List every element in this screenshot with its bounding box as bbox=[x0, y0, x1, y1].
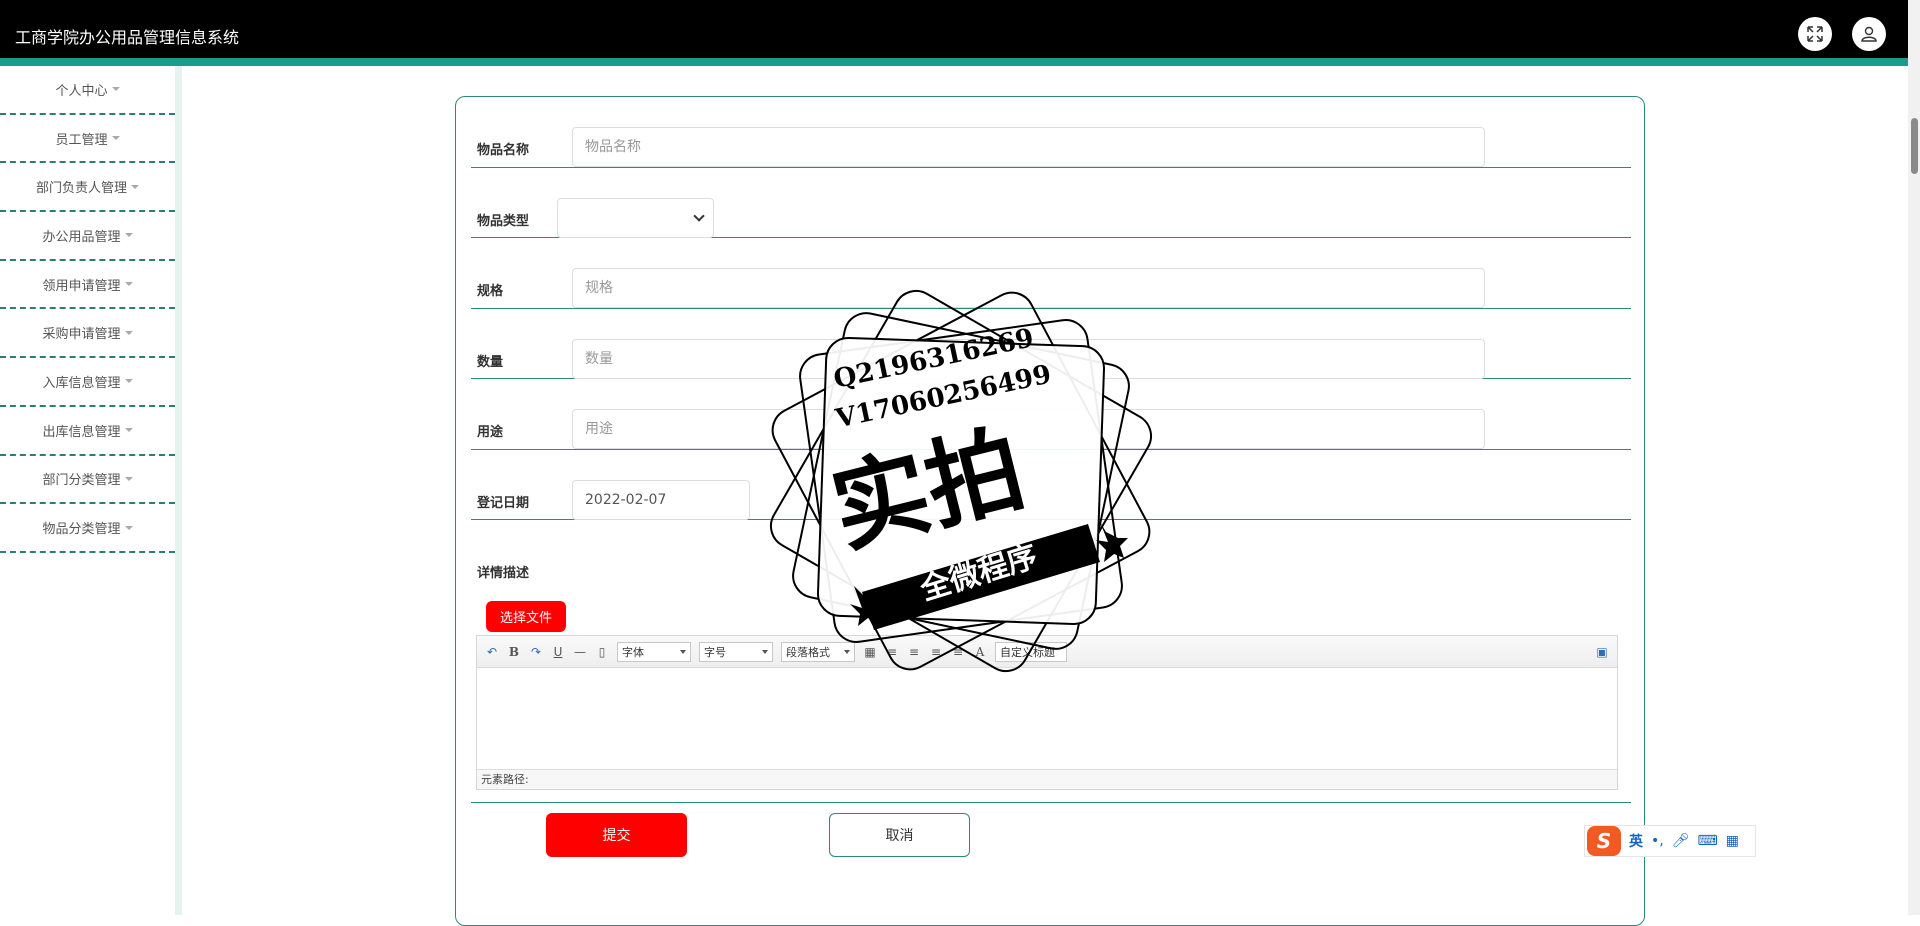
sidebar-item-label: 员工管理 bbox=[55, 132, 108, 148]
font-size-select[interactable]: 字号 bbox=[699, 641, 773, 662]
form-row-date: 登记日期 bbox=[471, 450, 1631, 520]
underline-icon[interactable]: U bbox=[551, 645, 565, 659]
ime-mode[interactable]: 英 bbox=[1629, 831, 1643, 851]
item-type-select[interactable] bbox=[557, 198, 714, 238]
caret-down-icon bbox=[124, 379, 133, 384]
form-panel: 物品名称 物品类型 规格 数量 用途 登记日期 详情描述 选择文件 ↶ B ↷ … bbox=[455, 96, 1645, 926]
sidebar-item-label: 办公用品管理 bbox=[42, 229, 121, 245]
caret-down-icon bbox=[131, 184, 139, 189]
purpose-input[interactable] bbox=[572, 409, 1485, 449]
sidebar-item-stock-out[interactable]: 出库信息管理 bbox=[0, 407, 175, 456]
undo-icon[interactable]: ↶ bbox=[485, 645, 499, 659]
keyboard-icon[interactable]: ⌨ bbox=[1698, 833, 1718, 849]
sidebar-item-office-supplies[interactable]: 办公用品管理 bbox=[0, 212, 175, 261]
submit-button[interactable]: 提交 bbox=[546, 813, 687, 857]
top-bar: 工商学院办公用品管理信息系统 bbox=[0, 0, 1908, 66]
field-label: 登记日期 bbox=[477, 495, 530, 511]
form-row-purpose: 用途 bbox=[471, 379, 1631, 450]
caret-down-icon bbox=[124, 282, 133, 287]
mic-icon[interactable]: 🎤︎ bbox=[1672, 833, 1690, 849]
form-row-name: 物品名称 bbox=[471, 97, 1631, 168]
sidebar-item-employee[interactable]: 员工管理 bbox=[0, 115, 175, 164]
expand-icon[interactable] bbox=[1798, 17, 1832, 51]
item-name-input[interactable] bbox=[572, 127, 1485, 167]
chevron-down-icon bbox=[693, 210, 705, 222]
editor-content-area[interactable] bbox=[477, 668, 1617, 769]
dropdown-arrow-icon bbox=[762, 649, 768, 654]
sidebar-item-label: 领用申请管理 bbox=[42, 278, 121, 294]
bold-icon[interactable]: B bbox=[507, 645, 521, 659]
table-icon[interactable]: ▦ bbox=[863, 645, 877, 659]
element-path-label: 元素路径: bbox=[481, 773, 529, 786]
caret-down-icon bbox=[111, 87, 120, 92]
sidebar-item-dept-category[interactable]: 部门分类管理 bbox=[0, 456, 175, 505]
redo-icon[interactable]: ↷ bbox=[529, 645, 543, 659]
preview-icon[interactable]: ▣ bbox=[1595, 645, 1609, 659]
form-row-spec: 规格 bbox=[471, 238, 1631, 309]
sidebar-item-label: 入库信息管理 bbox=[42, 375, 121, 391]
field-label: 详情描述 bbox=[477, 566, 530, 581]
form-row-quantity: 数量 bbox=[471, 309, 1631, 379]
sidebar-item-item-category[interactable]: 物品分类管理 bbox=[0, 504, 175, 553]
horizontal-rule-icon[interactable]: — bbox=[573, 645, 587, 659]
spec-input[interactable] bbox=[572, 268, 1485, 308]
font-size-label: 字号 bbox=[704, 645, 726, 659]
sidebar-item-stock-in[interactable]: 入库信息管理 bbox=[0, 358, 175, 407]
rich-text-editor: ↶ B ↷ U — ▯ 字体 字号 段落格式 ▦ ≡ ≡ ≡ ≡ A 自定义标题… bbox=[476, 635, 1618, 790]
paragraph-format-label: 段落格式 bbox=[786, 645, 830, 659]
font-family-select[interactable]: 字体 bbox=[617, 641, 691, 662]
ime-punct[interactable]: •, bbox=[1651, 833, 1664, 849]
sidebar-item-requisition[interactable]: 领用申请管理 bbox=[0, 261, 175, 310]
choose-file-button[interactable]: 选择文件 bbox=[486, 601, 566, 632]
field-label: 物品名称 bbox=[477, 143, 530, 158]
dropdown-arrow-icon bbox=[844, 649, 850, 654]
ime-logo: S bbox=[1587, 826, 1621, 856]
caret-down-icon bbox=[124, 428, 133, 433]
editor-toolbar: ↶ B ↷ U — ▯ 字体 字号 段落格式 ▦ ≡ ≡ ≡ ≡ A 自定义标题… bbox=[477, 636, 1617, 668]
custom-title-label: 自定义标题 bbox=[1000, 645, 1055, 659]
font-color-icon[interactable]: A bbox=[973, 645, 987, 659]
sidebar: 个人中心 员工管理 部门负责人管理 办公用品管理 领用申请管理 采购申请管理 入… bbox=[0, 66, 182, 915]
scrollbar-thumb[interactable] bbox=[1911, 118, 1918, 174]
dropdown-arrow-icon bbox=[680, 649, 686, 654]
custom-title-select[interactable]: 自定义标题 bbox=[995, 641, 1067, 662]
caret-down-icon bbox=[124, 525, 133, 530]
paragraph-format-select[interactable]: 段落格式 bbox=[781, 641, 855, 662]
sidebar-item-label: 部门负责人管理 bbox=[35, 181, 127, 197]
sidebar-item-purchase[interactable]: 采购申请管理 bbox=[0, 309, 175, 359]
align-right-icon[interactable]: ≡ bbox=[929, 645, 943, 659]
justify-icon[interactable]: ≡ bbox=[951, 645, 965, 659]
quantity-input[interactable] bbox=[572, 338, 1485, 379]
caret-down-icon bbox=[111, 136, 120, 141]
divider bbox=[471, 802, 1631, 803]
sidebar-item-label: 采购申请管理 bbox=[42, 327, 121, 343]
sidebar-item-personal-center[interactable]: 个人中心 bbox=[0, 66, 175, 115]
sidebar-item-label: 出库信息管理 bbox=[42, 424, 121, 440]
caret-down-icon bbox=[124, 476, 133, 481]
align-center-icon[interactable]: ≡ bbox=[907, 645, 921, 659]
caret-down-icon bbox=[124, 233, 133, 238]
sidebar-item-dept-head[interactable]: 部门负责人管理 bbox=[0, 163, 175, 213]
sidebar-item-label: 个人中心 bbox=[55, 83, 108, 99]
field-label: 物品类型 bbox=[477, 213, 530, 229]
ime-toolbar[interactable]: S 英 •, 🎤︎ ⌨ ▦ bbox=[1584, 825, 1756, 857]
editor-status-bar: 元素路径: bbox=[477, 769, 1617, 789]
date-input[interactable] bbox=[572, 479, 750, 520]
user-icon[interactable] bbox=[1852, 17, 1886, 51]
sidebar-item-label: 部门分类管理 bbox=[42, 473, 121, 489]
align-left-icon[interactable]: ≡ bbox=[885, 645, 899, 659]
cancel-button[interactable]: 取消 bbox=[829, 813, 970, 857]
font-family-label: 字体 bbox=[622, 645, 644, 659]
page-scrollbar[interactable] bbox=[1908, 0, 1920, 915]
page-icon[interactable]: ▯ bbox=[595, 645, 609, 659]
sidebar-item-label: 物品分类管理 bbox=[42, 522, 121, 538]
app-title: 工商学院办公用品管理信息系统 bbox=[15, 28, 240, 47]
grid-icon[interactable]: ▦ bbox=[1726, 833, 1739, 849]
field-label: 数量 bbox=[477, 354, 504, 370]
field-label: 规格 bbox=[477, 284, 504, 299]
field-label: 用途 bbox=[477, 425, 504, 440]
caret-down-icon bbox=[124, 330, 133, 335]
